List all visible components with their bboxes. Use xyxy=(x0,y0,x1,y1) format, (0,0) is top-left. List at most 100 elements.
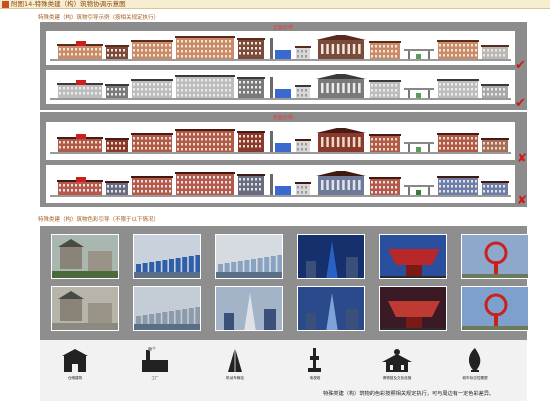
antenna-tower xyxy=(270,174,273,195)
antenna-tower xyxy=(270,77,273,98)
document-header: 附图14-特殊类建（构）筑物协调示意图 xyxy=(0,0,550,9)
station-sign xyxy=(76,134,86,139)
reference-photo xyxy=(297,234,365,279)
station-sign xyxy=(76,177,86,182)
gas-station xyxy=(404,49,434,59)
utility-box xyxy=(275,89,291,98)
correct-examples-panel: 正面示例 ✔ ✔ xyxy=(40,22,527,110)
tall-building xyxy=(437,40,479,59)
correct-panel-title: 正面示例 xyxy=(272,25,293,31)
row-building xyxy=(175,172,235,195)
gas-station xyxy=(404,185,434,195)
color-guide-panel: 仓储建筑 工厂 机动车辆站 电视塔 博物馆及文化设施 城市标志性雕塑 特殊类建（构）筑物的… xyxy=(40,226,529,401)
kiosk xyxy=(295,182,311,195)
reference-photo xyxy=(51,234,119,279)
landmark-building xyxy=(316,128,366,152)
landmark-building xyxy=(316,74,366,98)
station-building xyxy=(57,44,103,59)
tall-building xyxy=(437,79,479,98)
end-building xyxy=(481,84,509,98)
gas-station xyxy=(404,88,434,98)
row-building xyxy=(175,75,235,98)
end-building xyxy=(481,181,509,195)
building-type-label: 城市标志性雕塑 xyxy=(462,376,488,380)
example-row-2 xyxy=(46,70,515,104)
signal-tower-icon xyxy=(228,348,242,372)
station-building xyxy=(57,137,103,152)
color-section-title: 特殊类建（构）筑物色彩引导（不限于以下情况） xyxy=(38,217,160,223)
utility-box xyxy=(275,186,291,195)
reference-photo xyxy=(379,234,447,279)
row-building xyxy=(175,36,235,59)
antenna-tower xyxy=(270,38,273,59)
kiosk xyxy=(295,46,311,59)
factory-building-icon xyxy=(62,349,88,372)
corner-building xyxy=(237,131,265,152)
correct-check-icon: ✔ xyxy=(515,96,526,111)
end-building xyxy=(481,45,509,59)
side-building xyxy=(369,80,401,98)
reference-photo xyxy=(51,286,119,331)
low-building xyxy=(105,84,129,98)
mid-building xyxy=(131,40,173,59)
station-sign xyxy=(76,41,86,46)
side-building xyxy=(369,134,401,152)
low-building xyxy=(105,181,129,195)
guide-section-title: 特殊类建（构）筑物引导示例（按相关规定执行） xyxy=(38,15,160,21)
utility-box xyxy=(275,50,291,59)
landmark-building xyxy=(316,35,366,59)
low-building xyxy=(105,138,129,152)
header-square-icon xyxy=(2,1,9,8)
reference-photo xyxy=(461,234,529,279)
sculpture-icon xyxy=(468,348,481,372)
example-row-3 xyxy=(46,122,515,160)
streetscape-row-4 xyxy=(50,171,511,197)
side-building xyxy=(369,41,401,59)
transmission-tower-icon xyxy=(308,348,321,372)
landmark-building xyxy=(316,171,366,195)
building-type-label: 工厂 xyxy=(151,376,159,380)
document-title: 附图14-特殊类建（构）筑物协调示意图 xyxy=(11,0,126,8)
wrong-panel-title: 负面示例 xyxy=(272,115,293,121)
building-type-label: 仓储建筑 xyxy=(67,376,83,380)
building-type-label: 博物馆及文化设施 xyxy=(382,376,412,380)
streetscape-row-3 xyxy=(50,128,511,154)
correct-check-icon: ✔ xyxy=(515,58,526,73)
reference-photo xyxy=(133,234,201,279)
streetscape-row-2 xyxy=(50,74,511,100)
example-row-4 xyxy=(46,165,515,203)
pavilion-icon xyxy=(382,349,412,372)
wrong-cross-icon: ✘ xyxy=(517,151,528,165)
reference-photo xyxy=(297,286,365,331)
corner-building xyxy=(237,38,265,59)
mid-building xyxy=(131,133,173,152)
wrong-examples-panel: 负面示例 ✘ ✘ xyxy=(40,112,527,207)
antenna-tower xyxy=(270,131,273,152)
reference-photo xyxy=(215,234,283,279)
building-type-icon-strip: 仓储建筑 工厂 机动车辆站 电视塔 博物馆及文化设施 城市标志性雕塑 特殊类建（构）筑物的… xyxy=(40,340,527,401)
side-building xyxy=(369,177,401,195)
kiosk xyxy=(295,85,311,98)
gas-station xyxy=(404,142,434,152)
end-building xyxy=(481,138,509,152)
industrial-plant-icon xyxy=(142,346,168,372)
reference-photo xyxy=(379,286,447,331)
reference-photo xyxy=(215,286,283,331)
row-building xyxy=(175,129,235,152)
station-building xyxy=(57,180,103,195)
building-type-label: 电视塔 xyxy=(309,376,321,380)
corner-building xyxy=(237,77,265,98)
station-building xyxy=(57,83,103,98)
corner-building xyxy=(237,174,265,195)
building-type-label: 机动车辆站 xyxy=(226,376,244,380)
utility-box xyxy=(275,143,291,152)
tall-building xyxy=(437,133,479,152)
mid-building xyxy=(131,176,173,195)
reference-photo xyxy=(133,286,201,331)
reference-photo xyxy=(461,286,529,331)
wrong-cross-icon: ✘ xyxy=(517,193,528,207)
example-row-1 xyxy=(46,31,515,65)
color-guide-footnote: 特殊类建（构）筑物的色彩按照相关规定执行，可与周边有一定色彩差异。 xyxy=(323,391,495,397)
station-sign xyxy=(76,80,86,85)
streetscape-row-1 xyxy=(50,35,511,61)
